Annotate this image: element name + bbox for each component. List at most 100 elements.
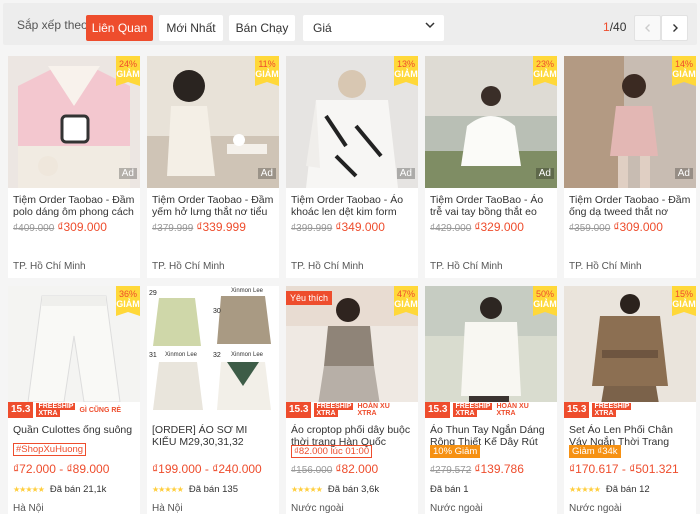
product-card[interactable]: 29 Xinmon Lee 30 31 Xinmon Lee 32 Xinmon… — [147, 286, 279, 514]
sold-row: ★★★★★ Đã bán 21,1k — [13, 484, 107, 495]
product-location: TP. Hồ Chí Minh — [430, 261, 503, 272]
chevron-left-icon — [643, 20, 653, 36]
product-location: TP. Hồ Chí Minh — [13, 261, 86, 272]
product-card[interactable]: 15.3 FREESHIP XTRA HOÀN XU XTRA Yêu thích … — [286, 286, 418, 514]
ad-label: Ad — [118, 168, 137, 179]
sort-bar: Sắp xếp theo Liên Quan Mới Nhất Bán Chạy… — [3, 3, 697, 45]
flash-price-tag: ₫82.000 lúc 01:00 — [291, 445, 373, 458]
promo-strip: 15.3 FREESHIP XTRA HOÀN XU XTRA — [286, 402, 418, 418]
price-row: ₫279.572 ₫139.786 — [430, 462, 524, 476]
product-location: Nước ngoài — [569, 503, 622, 514]
page-indicator: 1/40 — [603, 20, 626, 34]
product-location: TP. Hồ Chí Minh — [569, 261, 642, 272]
sale-date-badge: 15.3 — [564, 402, 590, 418]
next-page-button[interactable] — [661, 15, 688, 41]
sold-row: ★★★★★ Đã bán 12 — [569, 484, 650, 495]
chevron-down-icon — [424, 19, 436, 34]
sort-relevance-button[interactable]: Liên Quan — [86, 15, 153, 41]
sort-newest-button[interactable]: Mới Nhất — [159, 15, 223, 41]
total-pages: /40 — [609, 20, 627, 34]
discount-badge: 47% GIẢM — [394, 286, 418, 316]
discount-badge: 24% GIẢM — [116, 56, 140, 86]
price-select-label: Giá — [313, 21, 332, 35]
photo-number: 29 — [149, 290, 157, 297]
sale-date-badge: 15.3 — [8, 402, 34, 418]
product-card[interactable]: 23% GIẢM Ad Tiệm Order TaoBao - Áo trễ va… — [425, 56, 557, 278]
discount-badge: 36% GIẢM — [116, 286, 140, 316]
product-name[interactable]: Tiệm Order Taobao - Áo khoác len dệt kim… — [291, 194, 413, 218]
sale-date-badge: 15.3 — [425, 402, 451, 418]
product-image[interactable]: 29 Xinmon Lee 30 31 Xinmon Lee 32 Xinmon… — [147, 286, 279, 418]
favorite-badge: Yêu thích — [286, 291, 333, 305]
coin-back-badge: HOÀN XU XTRA — [357, 403, 390, 417]
product-card[interactable]: 24% GIẢM Ad Tiệm Order Taobao - Đầm polo … — [8, 56, 140, 278]
ad-label: Ad — [674, 168, 693, 179]
discount-badge: 23% GIẢM — [533, 56, 557, 86]
price-sort-select[interactable]: Giá — [303, 15, 444, 41]
sold-row: ★★★★★ Đã bán 3,6k — [291, 484, 380, 495]
sold-row: Đã bán 1 — [430, 484, 469, 495]
freeship-badge: FREESHIP XTRA — [314, 403, 354, 417]
sort-bestseller-button[interactable]: Bán Chạy — [229, 15, 295, 41]
product-card[interactable]: 13% GIẢM Ad Tiệm Order Taobao - Áo khoác … — [286, 56, 418, 278]
chevron-right-icon — [670, 20, 680, 36]
rating-stars-icon: ★★★★★ — [13, 485, 45, 494]
rating-stars-icon: ★★★★★ — [569, 485, 601, 494]
promo-strip: 15.3 FREESHIP XTRA GÌ CŨNG RẺ — [8, 402, 140, 418]
product-name[interactable]: Tiệm Order Taobao - Đầm yếm hở lưng thắt… — [152, 194, 274, 218]
photo-brand: Xinmon Lee — [231, 352, 264, 358]
product-location: Nước ngoài — [291, 503, 344, 514]
promo-strip: 15.3 FREESHIP XTRA HOÀN XU XTRA — [425, 402, 557, 418]
product-name[interactable]: Tiệm Order Taobao - Đầm ống dạ tweed thắ… — [569, 194, 691, 218]
rating-stars-icon: ★★★★★ — [152, 485, 184, 494]
freeship-badge: FREESHIP XTRA — [592, 403, 632, 417]
shop-tag: #ShopXuHuong — [13, 443, 87, 456]
ad-label: Ad — [396, 168, 415, 179]
cheap-badge: GÌ CŨNG RẺ — [79, 406, 122, 414]
product-card[interactable]: 11% GIẢM Ad Tiệm Order Taobao - Đầm yếm h… — [147, 56, 279, 278]
product-name[interactable]: Tiệm Order TaoBao - Áo trễ vai tay bồng … — [430, 194, 552, 218]
discount-badge: 14% GIẢM — [672, 56, 696, 86]
product-name[interactable]: Quần Culottes ống suông rộng — [13, 424, 135, 436]
sold-row: ★★★★★ Đã bán 135 — [152, 484, 238, 495]
product-location: TP. Hồ Chí Minh — [152, 261, 225, 272]
sale-date-badge: 15.3 — [286, 402, 312, 418]
price-row: ₫359.000 ₫309.000 — [569, 220, 663, 234]
product-card[interactable]: 15.3 FREESHIP XTRA GÌ CŨNG RẺ 36% GIẢM Quầ… — [8, 286, 140, 514]
discount-badge: 50% GIẢM — [533, 286, 557, 316]
product-location: Hà Nội — [13, 503, 44, 514]
product-card[interactable]: 15.3 FREESHIP XTRA 15% GIẢM Set Áo Len Phố… — [564, 286, 696, 514]
freeship-badge: FREESHIP XTRA — [36, 403, 76, 417]
promo-strip: 15.3 FREESHIP XTRA — [564, 402, 696, 418]
price-row: ₫170.617 - ₫501.321 — [569, 462, 679, 476]
voucher-tag: Giảm ₫34k — [569, 445, 621, 458]
ad-label: Ad — [257, 168, 276, 179]
photo-brand: Xinmon Lee — [231, 288, 264, 294]
price-row: ₫72.000 - ₫89.000 — [13, 462, 110, 476]
prev-page-button[interactable] — [634, 15, 661, 41]
discount-badge: 15% GIẢM — [672, 286, 696, 316]
product-name[interactable]: [ORDER] ÁO SƠ MI KIỂU M29,30,31,32 — [152, 424, 274, 448]
price-row: ₫429.000 ₫329.000 — [430, 220, 524, 234]
freeship-badge: FREESHIP XTRA — [453, 403, 493, 417]
product-location: Hà Nội — [152, 503, 183, 514]
product-card[interactable]: 14% GIẢM Ad Tiệm Order Taobao - Đầm ống d… — [564, 56, 696, 278]
coin-back-badge: HOÀN XU XTRA — [496, 403, 529, 417]
product-location: Nước ngoài — [430, 503, 483, 514]
product-location: TP. Hồ Chí Minh — [291, 261, 364, 272]
price-row: ₫399.999 ₫349.000 — [291, 220, 385, 234]
product-card[interactable]: 15.3 FREESHIP XTRA HOÀN XU XTRA 50% GIẢM Áo… — [425, 286, 557, 514]
price-row: ₫379.999 ₫339.999 — [152, 220, 246, 234]
discount-badge: 11% GIẢM — [255, 56, 279, 86]
discount-tag: 10% Giảm — [430, 445, 481, 458]
price-row: ₫409.000 ₫309.000 — [13, 220, 107, 234]
ad-label: Ad — [535, 168, 554, 179]
photo-brand: Xinmon Lee — [165, 352, 198, 358]
discount-badge: 13% GIẢM — [394, 56, 418, 86]
photo-number: 32 — [213, 352, 221, 359]
sort-label: Sắp xếp theo — [17, 18, 88, 32]
rating-stars-icon: ★★★★★ — [291, 485, 323, 494]
photo-number: 31 — [149, 352, 157, 359]
current-page: 1 — [603, 20, 610, 34]
product-name[interactable]: Tiệm Order Taobao - Đầm polo dáng ôm pho… — [13, 194, 135, 218]
